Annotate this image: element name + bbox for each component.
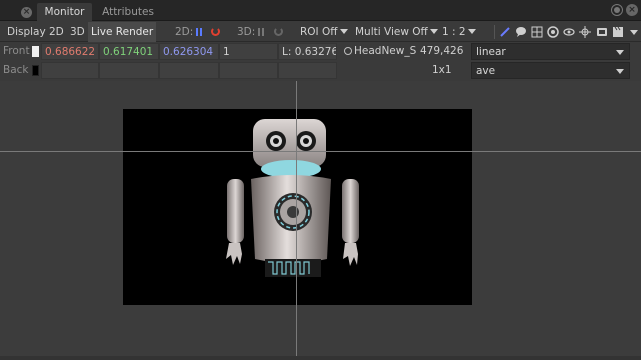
roi-dropdown[interactable]: ROI Off	[300, 22, 348, 42]
close-icon[interactable]: ×	[21, 7, 32, 18]
status-strip	[0, 356, 641, 360]
crosshair-vertical	[296, 81, 297, 356]
comment-icon[interactable]	[515, 26, 527, 38]
luminance-value: L: 0.632760	[278, 43, 337, 60]
clapperboard-icon[interactable]	[612, 26, 624, 38]
pause-icon	[196, 28, 203, 36]
back-label: Back	[3, 64, 29, 76]
back-luminance-value	[278, 62, 337, 79]
ratio-label: 1 : 2	[442, 26, 466, 38]
chevron-down-icon	[429, 29, 438, 34]
node-name: HeadNew_S	[354, 45, 417, 57]
back-color-swatch	[32, 65, 39, 76]
rendered-image[interactable]	[123, 109, 472, 305]
refresh-icon	[211, 27, 220, 36]
front-info-row: Front 0.686622 0.617401 0.626304 1 L: 0.…	[0, 42, 641, 61]
front-label: Front	[3, 45, 30, 57]
tab-attributes[interactable]: Attributes	[96, 3, 160, 21]
label-3d: 3D:	[237, 26, 256, 38]
roi-label: ROI Off	[300, 26, 338, 38]
divider	[494, 25, 495, 39]
mode-3d-button[interactable]: 3D	[70, 22, 85, 42]
pause-2d-button[interactable]	[196, 22, 203, 42]
sampling-mode-value: ave	[476, 65, 496, 77]
green-value: 0.617401	[99, 43, 159, 60]
color-picker-icon[interactable]	[499, 26, 511, 38]
tab-bar: × Monitor Attributes ×	[0, 0, 641, 21]
image-viewport[interactable]	[0, 81, 641, 360]
refresh-2d-button[interactable]	[211, 22, 220, 42]
front-color-swatch	[32, 46, 39, 57]
pause-3d-button[interactable]	[258, 22, 265, 42]
lut-dropdown[interactable]: linear	[471, 43, 630, 60]
back-info-row: Back 1x1 ave	[0, 61, 641, 80]
pixel-coords: 479,426	[420, 45, 464, 57]
multi-view-dropdown[interactable]: Multi View Off	[355, 22, 438, 42]
multi-view-label: Multi View Off	[355, 26, 428, 38]
alpha-value: 1	[219, 43, 278, 60]
float-panel-icon[interactable]	[611, 4, 623, 16]
refresh-3d-button[interactable]	[274, 22, 283, 42]
sampling-mode-dropdown[interactable]: ave	[471, 62, 630, 79]
live-render-button[interactable]: Live Render	[88, 22, 157, 42]
aperture-icon[interactable]	[547, 26, 559, 38]
settings-icon[interactable]	[596, 26, 608, 38]
red-value: 0.686622	[41, 43, 99, 60]
chevron-down-icon[interactable]	[630, 30, 638, 35]
node-icon	[344, 47, 352, 55]
grid-icon[interactable]	[531, 26, 543, 38]
close-panel-icon[interactable]: ×	[626, 4, 638, 16]
lut-value: linear	[476, 46, 506, 58]
back-red-value	[41, 62, 99, 79]
eye-icon[interactable]	[563, 26, 575, 38]
robot-render	[226, 119, 359, 277]
refresh-icon	[274, 27, 283, 36]
chevron-down-icon	[339, 29, 348, 34]
node-label: HeadNew_S	[344, 42, 416, 61]
chevron-down-icon	[467, 29, 476, 34]
blue-value: 0.626304	[159, 43, 219, 60]
chevron-down-icon	[616, 50, 624, 55]
mode-2d-button[interactable]: 2D	[49, 22, 64, 42]
viewer-toolbar: Display 2D 3D Live Render 2D: 3D: ROI Of…	[0, 22, 641, 42]
crosshair-icon[interactable]	[579, 26, 591, 38]
pause-icon	[258, 28, 265, 36]
back-alpha-value	[219, 62, 278, 79]
ratio-dropdown[interactable]: 1 : 2	[442, 22, 476, 42]
back-blue-value	[159, 62, 219, 79]
crosshair-horizontal	[0, 151, 641, 152]
display-menu[interactable]: Display	[7, 22, 46, 42]
sampling-size: 1x1	[432, 64, 452, 76]
back-green-value	[99, 62, 159, 79]
label-2d: 2D:	[175, 26, 194, 38]
tab-monitor[interactable]: Monitor	[37, 3, 92, 21]
chevron-down-icon	[616, 69, 624, 74]
